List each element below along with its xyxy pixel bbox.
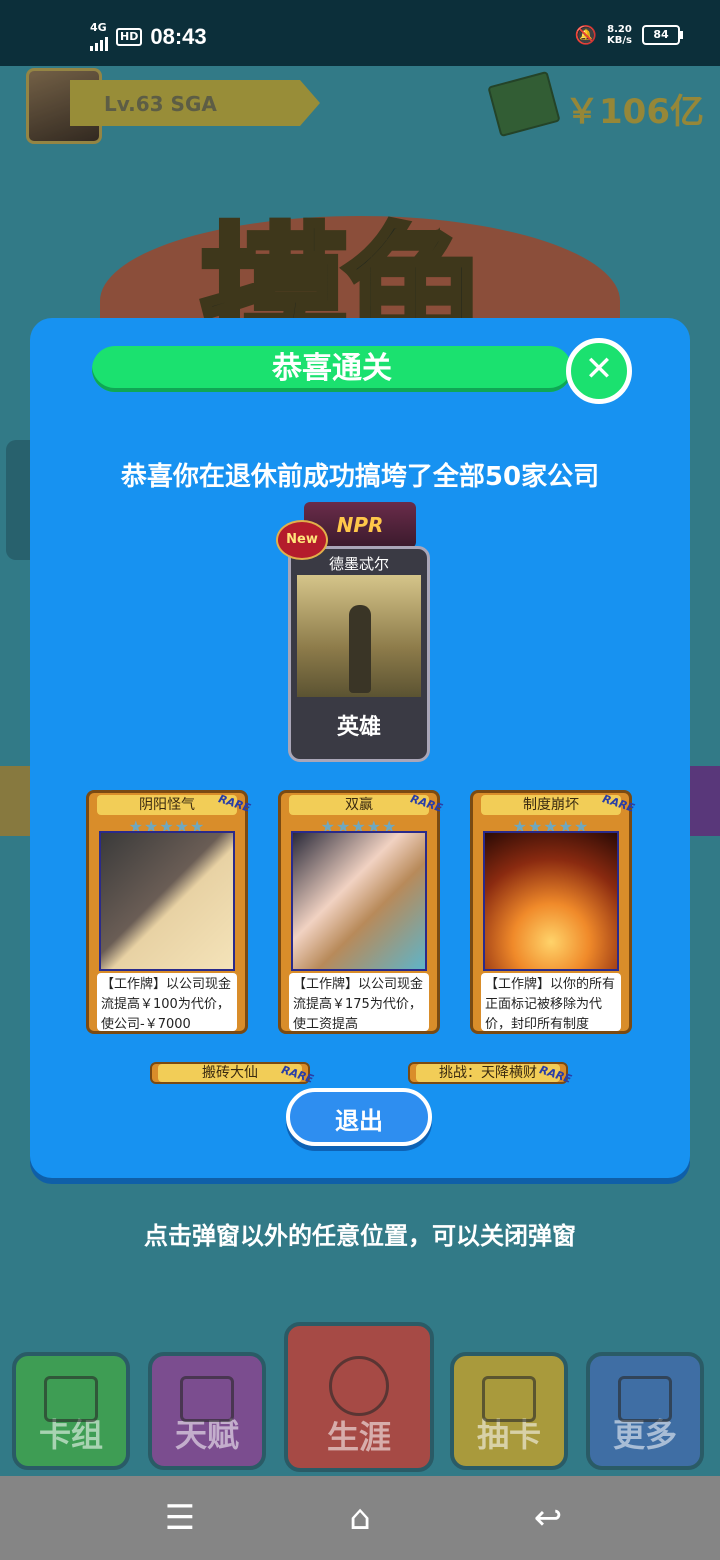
status-bar: 4G HD 08:43 🔕 8.20 KB/s 84 [0,0,720,66]
nav-label: 生涯 [326,1418,391,1456]
status-left: 4G HD 08:43 [90,22,207,51]
bottom-nav: 卡组 天赋 生涯 抽卡 更多 [0,1322,720,1476]
level-clear-modal: 恭喜通关 ✕ 恭喜你在退休前成功搞垮了全部50家公司 NPR 德墨忒尔 英雄 N… [30,318,690,1178]
network-indicator: 4G [90,22,108,51]
card-title: 制度崩坏 [481,795,621,815]
reward-mini-card-1[interactable]: 搬砖大仙 RARE [150,1062,315,1086]
cards-icon [44,1376,98,1422]
network-speed: 8.20 KB/s [607,24,632,46]
new-badge: New [276,520,328,560]
card-title: 双赢 [289,795,429,815]
card-artwork [99,831,235,971]
mute-icon: 🔕 [574,24,598,46]
reward-mini-card-2[interactable]: 挑战：天降横财 RARE [408,1062,573,1086]
ticket-icon [482,1376,536,1422]
scroll-icon [180,1376,234,1422]
close-icon[interactable]: ✕ [566,338,632,404]
card-artwork [291,831,427,971]
exit-button[interactable]: 退出 [286,1088,432,1146]
status-right: 🔕 8.20 KB/s 84 [574,24,683,46]
hd-icon: HD [116,27,143,46]
card-artwork [483,831,619,971]
reward-card-1[interactable]: 阴阳怪气 RARE ★★★★★ 【工作牌】以公司现金流提高￥100为代价，使公司… [86,790,252,1034]
nav-talent-button[interactable]: 天赋 [148,1352,266,1470]
modal-message: 恭喜你在退休前成功搞垮了全部50家公司 [120,462,600,492]
nav-more-button[interactable]: 更多 [586,1352,704,1470]
clock: 08:43 [150,23,207,49]
card-description: 【工作牌】以公司现金流提高￥175为代价，使工资提高 [289,973,429,1031]
nav-career-button[interactable]: 生涯 [284,1322,434,1472]
modal-title: 恭喜通关 [92,346,572,392]
back-icon[interactable]: ↩ [524,1494,572,1542]
menu-icon[interactable]: ☰ [156,1494,204,1542]
hero-figure [349,605,371,693]
card-title: 阴阳怪气 [97,795,237,815]
speed-unit: KB/s [607,35,632,46]
home-icon[interactable]: ⌂ [336,1494,384,1542]
hero-frame: 德墨忒尔 英雄 [288,546,430,762]
chart-icon [618,1376,672,1422]
reward-card-2[interactable]: 双赢 RARE ★★★★★ 【工作牌】以公司现金流提高￥175为代价，使工资提高 [278,790,444,1034]
system-nav-bar: ☰ ⌂ ↩ [0,1476,720,1560]
hero-rank: 英雄 [336,715,381,740]
reward-card-3[interactable]: 制度崩坏 RARE ★★★★★ 【工作牌】以你的所有正面标记被移除为代价，封印所… [470,790,636,1034]
hero-portrait [297,575,421,697]
close-hint: 点击弹窗以外的任意位置，可以关闭弹窗 [144,1222,576,1250]
signal-icon [90,33,108,51]
card-description: 【工作牌】以你的所有正面标记被移除为代价，封印所有制度 [481,973,621,1031]
network-type: 4G [90,21,107,34]
medal-icon [329,1356,389,1416]
battery-icon: 84 [642,25,683,45]
hero-card[interactable]: NPR 德墨忒尔 英雄 New [276,502,434,764]
nav-draw-button[interactable]: 抽卡 [450,1352,568,1470]
card-description: 【工作牌】以公司现金流提高￥100为代价，使公司-￥7000 [97,973,237,1031]
speed-value: 8.20 [607,24,632,35]
nav-deck-button[interactable]: 卡组 [12,1352,130,1470]
